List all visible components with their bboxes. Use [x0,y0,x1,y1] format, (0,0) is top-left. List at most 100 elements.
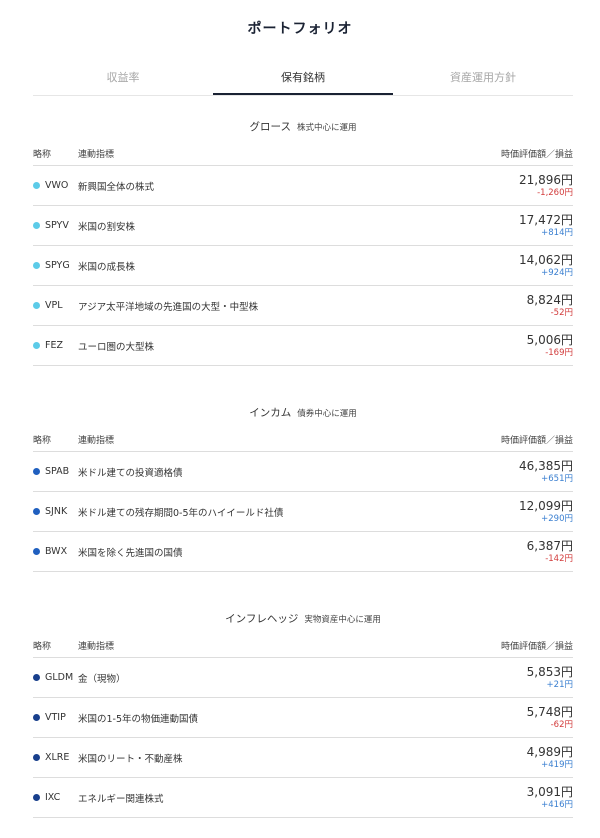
column-header-row: 略称 連動指標 時価評価額／損益 [33,428,573,452]
column-header-ticker: 略称 [33,642,52,652]
holding-row[interactable]: IXC エネルギー関連株式 3,091円 +416円 [33,778,573,818]
portfolio-page: ポートフォリオ 収益率 保有銘柄 資産運用方針 グロース 株式中心に運用 略称 連動指標時… [0,0,600,838]
holding-row[interactable]: VWO 新興国全体の株式 21,896円 -1,260円 [33,166,573,206]
value-block: 46,385円 +651円 [519,459,573,485]
category-dot-icon [33,674,40,681]
holding-row[interactable]: SJNK 米ドル建ての残存期間0-5年のハイイールド社債 12,099円 +290円 [33,492,573,532]
market-value: 46,385円 [519,458,573,473]
section-title: インフレヘッジ [225,613,299,625]
ticker-symbol: SPAB [45,466,70,477]
ticker-symbol: VWO [45,180,69,191]
index-name: 米国を除く先進国の国債 [78,547,183,559]
index-name: 米国の成長株 [78,261,136,273]
ticker-symbol: VTIP [45,712,66,723]
profit-loss: -142円 [545,553,573,564]
value-block: 17,472円 +814円 [519,213,573,239]
column-header-ticker: 略称 [33,436,52,446]
profit-loss: +21円 [546,679,573,690]
tab-holdings[interactable]: 保有銘柄 [213,62,393,95]
profit-loss: -52円 [550,307,573,318]
holding-row[interactable]: VPL アジア太平洋地域の先進国の大型・中型株 8,824円 -52円 [33,286,573,326]
holding-row[interactable]: GLDM 金（現物） 5,853円 +21円 [33,658,573,698]
holding-row[interactable]: FEZ ユーロ圏の大型株 5,006円 -169円 [33,326,573,366]
category-dot-icon [33,754,40,761]
index-name: 米国の割安株 [78,221,136,233]
column-header-index: 連動指標 [78,150,115,160]
section-subtitle: 実物資産中心に運用 [304,615,381,625]
ticker-symbol: SPYG [45,260,70,271]
section-title: インカム [249,407,292,419]
market-value: 8,824円 [526,292,573,307]
value-block: 5,006円 -169円 [527,333,573,359]
value-block: 12,099円 +290円 [519,499,573,525]
market-value: 5,006円 [526,332,573,347]
market-value: 21,896円 [519,172,573,187]
column-header-ticker: 略称 [33,150,52,160]
column-header-row: 略称 連動指標 時価評価額／損益 [33,634,573,658]
column-header-value: 時価評価額／損益 [500,642,573,652]
category-dot-icon [33,342,40,349]
section-subtitle: 債券中心に運用 [297,409,357,419]
ticker-symbol: IXC [45,792,61,803]
ticker-symbol: SPYV [45,220,69,231]
market-value: 14,062円 [519,252,573,267]
market-value: 5,853円 [526,664,573,679]
section-title: グロース [249,121,291,133]
category-dot-icon [33,222,40,229]
tab-policy[interactable]: 資産運用方針 [393,62,573,95]
holding-row[interactable]: XLRE 米国のリート・不動産株 4,989円 +419円 [33,738,573,778]
category-dot-icon [33,548,40,555]
column-header-value: 時価評価額／損益 [500,150,573,160]
market-value: 17,472円 [519,212,573,227]
profit-loss: +419円 [541,759,573,770]
category-dot-icon [33,182,40,189]
column-header-row: 略称 連動指標 時価評価額／損益 [33,142,573,166]
ticker-symbol: BWX [45,546,68,557]
column-header-index: 連動指標 [78,436,115,446]
section-growth: グロース 株式中心に運用略称 連動指標 時価評価額／損益 VWO 新興国全体の株式 21,8… [33,112,573,366]
category-dot-icon [33,714,40,721]
index-name: エネルギー関連株式 [78,793,164,805]
profit-loss: -62円 [550,719,573,730]
index-name: 米ドル建ての残存期間0-5年のハイイールド社債 [78,507,284,519]
ticker-symbol: GLDM [45,672,74,683]
holding-row[interactable]: SPYV 米国の割安株 17,472円 +814円 [33,206,573,246]
index-name: 金（現物） [78,673,126,685]
profit-loss: +651円 [541,473,573,484]
page-title: ポートフォリオ [247,21,353,37]
section-heading: グロース 株式中心に運用 [33,112,573,142]
ticker-symbol: XLRE [45,752,70,763]
index-name: ユーロ圏の大型株 [78,341,155,353]
market-value: 5,748円 [526,704,573,719]
category-dot-icon [33,262,40,269]
section-heading: インカム 債券中心に運用 [33,398,573,428]
value-block: 8,824円 -52円 [527,293,573,319]
category-dot-icon [33,794,40,801]
value-block: 5,853円 +21円 [527,665,573,691]
column-header-value: 時価評価額／損益 [500,436,573,446]
value-block: 21,896円 -1,260円 [519,173,573,199]
category-dot-icon [33,302,40,309]
ticker-symbol: SJNK [45,506,68,517]
profit-loss: +290円 [541,513,573,524]
holding-row[interactable]: BWX 米国を除く先進国の国債 6,387円 -142円 [33,532,573,572]
value-block: 14,062円 +924円 [519,253,573,279]
category-dot-icon [33,508,40,515]
index-name: 新興国全体の株式 [78,181,155,193]
section-income: インカム 債券中心に運用略称 連動指標 時価評価額／損益 SPAB 米ドル建ての投資適格債… [33,398,573,572]
section-inflation-hedge: インフレヘッジ 実物資産中心に運用略称 連動指標 時価評価額／損益 GLDM 金（現物） 5… [33,604,573,818]
holding-row[interactable]: SPYG 米国の成長株 14,062円 +924円 [33,246,573,286]
ticker-symbol: FEZ [45,340,63,351]
market-value: 6,387円 [526,538,573,553]
column-header-index: 連動指標 [78,642,115,652]
tab-returns[interactable]: 収益率 [33,62,213,95]
index-name: 米国の1-5年の物価連動国債 [78,713,199,725]
holding-row[interactable]: SPAB 米ドル建ての投資適格債 46,385円 +651円 [33,452,573,492]
market-value: 3,091円 [526,784,573,799]
holding-row[interactable]: VTIP 米国の1-5年の物価連動国債 5,748円 -62円 [33,698,573,738]
value-block: 6,387円 -142円 [527,539,573,565]
profit-loss: +416円 [541,799,573,810]
index-name: アジア太平洋地域の先進国の大型・中型株 [78,301,259,313]
category-dot-icon [33,468,40,475]
market-value: 4,989円 [526,744,573,759]
